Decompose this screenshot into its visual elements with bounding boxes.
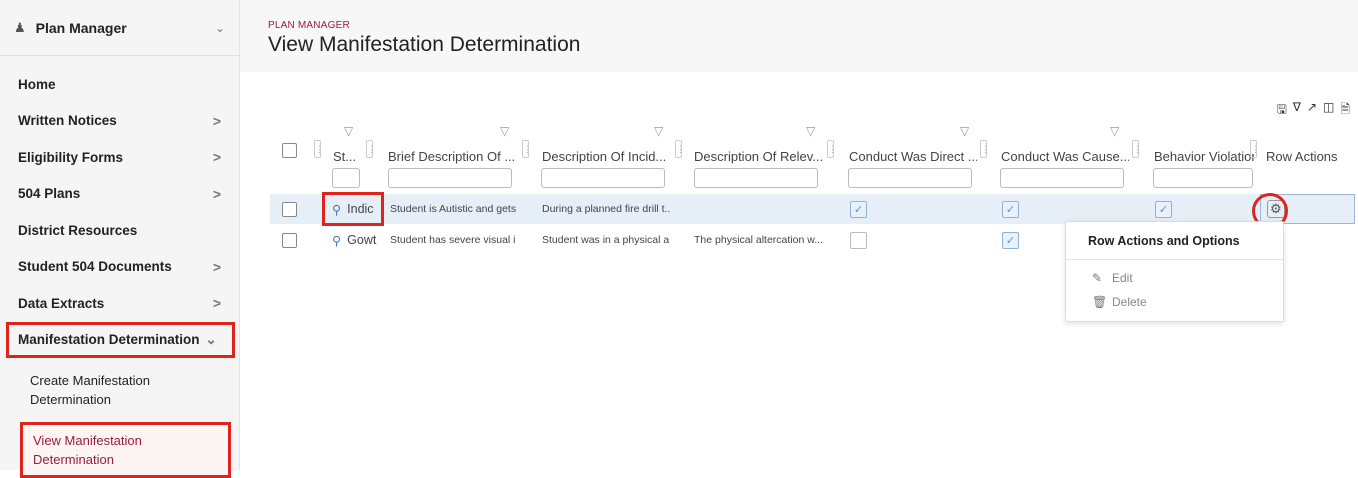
- column-menu-icon[interactable]: ⋮: [1250, 140, 1260, 158]
- row-actions-menu: Row Actions and Options ✎ Edit 🗑 Delete: [1065, 221, 1284, 322]
- check-icon: ✓: [850, 200, 867, 218]
- table-row[interactable]: ⚲ Indic Student is Autistic and gets... …: [270, 192, 1355, 226]
- cell-conduct-direct[interactable]: ✓: [850, 194, 867, 224]
- sidebar-item-district-resources[interactable]: District Resources: [0, 212, 239, 249]
- page-header: PLAN MANAGER View Manifestation Determin…: [240, 0, 1358, 72]
- menu-item-edit[interactable]: ✎ Edit: [1066, 266, 1283, 290]
- menu-title: Row Actions and Options: [1066, 222, 1283, 260]
- chevron-right-icon: >: [212, 258, 221, 275]
- sidebar-subitem-create-md[interactable]: Create Manifestation Determination: [0, 366, 239, 414]
- sidebar-item-data-extracts[interactable]: Data Extracts >: [0, 285, 239, 322]
- filter-clear-icon[interactable]: ∇: [1293, 100, 1301, 121]
- column-menu-icon[interactable]: ⋮: [522, 140, 532, 158]
- filter-icon[interactable]: ▽: [500, 124, 509, 138]
- cell-relevant: The physical altercation w...: [694, 234, 822, 246]
- chevron-right-icon: >: [212, 295, 221, 312]
- row-checkbox[interactable]: [282, 226, 297, 254]
- check-icon: ✓: [1002, 200, 1019, 218]
- sidebar-item-home[interactable]: Home: [0, 66, 239, 103]
- filter-icon[interactable]: ▽: [654, 124, 663, 138]
- filter-input[interactable]: [541, 168, 665, 188]
- pencil-icon: ✎: [1092, 271, 1103, 285]
- chevron-right-icon: >: [212, 185, 221, 202]
- columns-icon[interactable]: ◫: [1323, 100, 1334, 121]
- cell-conduct-cause[interactable]: ✓: [1002, 194, 1019, 224]
- export-icon[interactable]: 🗎: [1340, 100, 1350, 121]
- chevron-right-icon: >: [212, 149, 221, 166]
- filter-row: [270, 162, 1355, 192]
- filter-input[interactable]: [1153, 168, 1253, 188]
- filter-input[interactable]: [388, 168, 512, 188]
- chevron-right-icon: >: [212, 112, 221, 129]
- filter-input[interactable]: [1000, 168, 1124, 188]
- column-menu-icon[interactable]: ⋮: [675, 140, 685, 158]
- column-menu-icon[interactable]: ⋮: [827, 140, 837, 158]
- column-menu-icon[interactable]: ⋮: [1132, 140, 1142, 158]
- cell-brief-description: Student has severe visual i...: [390, 234, 516, 246]
- filter-icon[interactable]: ▽: [960, 124, 969, 138]
- filter-input[interactable]: [694, 168, 818, 188]
- grid-toolbar: 🖫 ∇ ↗ ◫ 🗎: [1277, 100, 1350, 121]
- student-link[interactable]: ⚲ Indic: [322, 192, 384, 226]
- sidebar-item-written-notices[interactable]: Written Notices >: [0, 103, 239, 140]
- trash-icon: 🗑: [1092, 295, 1108, 309]
- sidebar-item-student-504-documents[interactable]: Student 504 Documents >: [0, 249, 239, 286]
- sidebar: ♟ Plan Manager ⌄ Home Written Notices > E…: [0, 0, 240, 478]
- filter-input[interactable]: [332, 168, 360, 188]
- app-switcher[interactable]: ♟ Plan Manager ⌄: [0, 0, 239, 56]
- sidebar-item-manifestation-determination[interactable]: Manifestation Determination ⌄: [6, 321, 235, 358]
- chevron-down-icon: ⌄: [205, 331, 217, 348]
- cell-incident: During a planned fire drill t...: [542, 203, 670, 215]
- check-icon: ✓: [1155, 200, 1172, 218]
- column-menu-icon[interactable]: ⋮: [366, 140, 376, 158]
- column-menu-icon[interactable]: ⋮: [314, 140, 324, 158]
- search-icon: ⚲: [332, 233, 342, 248]
- cell-relevant: [694, 194, 822, 224]
- row-checkbox[interactable]: [282, 194, 297, 224]
- student-link[interactable]: ⚲ Gowt: [332, 226, 384, 254]
- filter-icon[interactable]: ▽: [806, 124, 815, 138]
- column-menu-icon[interactable]: ⋮: [980, 140, 990, 158]
- page-title: View Manifestation Determination: [268, 33, 581, 56]
- chevron-down-icon[interactable]: ⌄: [215, 21, 225, 35]
- cell-conduct-direct[interactable]: [850, 226, 867, 254]
- cell-brief-description: Student is Autistic and gets...: [390, 203, 516, 215]
- app-name: Plan Manager: [35, 19, 127, 36]
- check-icon: ✓: [1002, 231, 1019, 249]
- sidebar-item-eligibility-forms[interactable]: Eligibility Forms >: [0, 139, 239, 176]
- filter-icon[interactable]: ▽: [1110, 124, 1119, 138]
- cell-behavior-violation[interactable]: ✓: [1155, 194, 1172, 224]
- filter-icon[interactable]: ▽: [344, 124, 353, 138]
- menu-item-delete[interactable]: 🗑 Delete: [1066, 290, 1283, 314]
- save-icon[interactable]: 🖫: [1277, 100, 1287, 121]
- expand-icon[interactable]: ↗: [1307, 100, 1317, 121]
- search-icon: ⚲: [332, 202, 342, 217]
- cell-incident: Student was in a physical a...: [542, 234, 670, 246]
- sidebar-item-504-plans[interactable]: 504 Plans >: [0, 176, 239, 213]
- cell-conduct-cause[interactable]: ✓: [1002, 226, 1019, 254]
- filter-input[interactable]: [848, 168, 972, 188]
- user-icon: ♟: [14, 19, 26, 35]
- breadcrumb[interactable]: PLAN MANAGER: [268, 20, 1358, 31]
